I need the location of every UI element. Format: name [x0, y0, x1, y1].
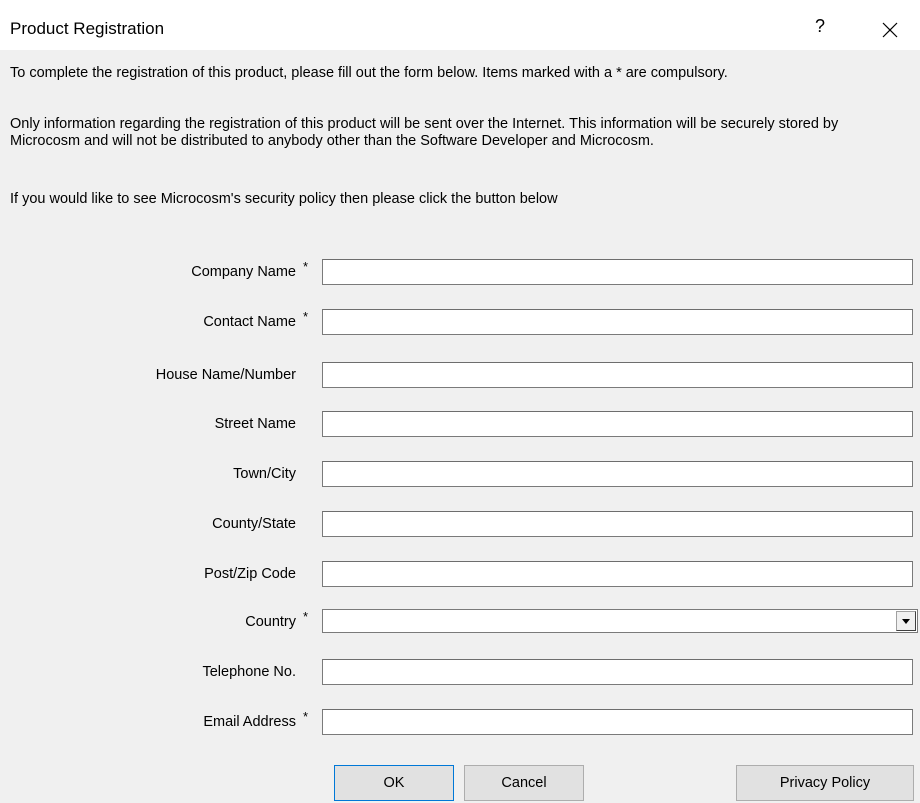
town-input[interactable]	[322, 461, 913, 487]
street-label: Street Name	[214, 416, 296, 432]
window-title: Product Registration	[10, 19, 165, 38]
chevron-down-icon[interactable]	[896, 611, 916, 631]
company-name-row: Company Name *	[0, 259, 920, 287]
county-row: County/State	[0, 511, 920, 539]
intro-instructions: To complete the registration of this pro…	[10, 65, 728, 81]
house-label: House Name/Number	[155, 367, 296, 383]
telephone-input[interactable]	[322, 659, 913, 685]
required-marker: *	[303, 309, 309, 324]
postcode-row: Post/Zip Code	[0, 561, 920, 589]
title-bar: Product Registration ?	[0, 0, 920, 50]
contact-name-row: Contact Name *	[0, 309, 920, 337]
county-input[interactable]	[322, 511, 913, 537]
required-marker: *	[303, 259, 309, 274]
help-button[interactable]: ?	[804, 8, 836, 44]
intro-security-policy-hint: If you would like to see Microcosm's sec…	[10, 191, 558, 207]
country-row: Country *	[0, 609, 920, 637]
product-registration-dialog: Product Registration ? To complete the r…	[0, 0, 920, 803]
required-marker: *	[303, 609, 309, 624]
company-name-label: Company Name	[191, 264, 296, 280]
country-select[interactable]	[322, 609, 918, 633]
email-label: Email Address	[203, 714, 296, 730]
company-name-input[interactable]	[322, 259, 913, 285]
required-marker: *	[303, 709, 309, 724]
close-button[interactable]	[870, 10, 910, 50]
email-input[interactable]	[322, 709, 913, 735]
intro-privacy-notice: Only information regarding the registrat…	[10, 116, 839, 149]
telephone-row: Telephone No.	[0, 659, 920, 687]
postcode-label: Post/Zip Code	[204, 566, 296, 582]
street-input[interactable]	[322, 411, 913, 437]
county-label: County/State	[212, 516, 296, 532]
contact-name-label: Contact Name	[203, 314, 296, 330]
postcode-input[interactable]	[322, 561, 913, 587]
ok-button[interactable]: OK	[334, 765, 454, 801]
contact-name-input[interactable]	[322, 309, 913, 335]
close-icon	[882, 22, 898, 38]
street-row: Street Name	[0, 411, 920, 439]
email-row: Email Address *	[0, 709, 920, 737]
town-label: Town/City	[233, 466, 296, 482]
house-row: House Name/Number	[0, 362, 920, 390]
town-row: Town/City	[0, 461, 920, 489]
privacy-policy-button[interactable]: Privacy Policy	[736, 765, 914, 801]
house-input[interactable]	[322, 362, 913, 388]
cancel-button[interactable]: Cancel	[464, 765, 584, 801]
telephone-label: Telephone No.	[202, 664, 296, 680]
country-label: Country	[245, 614, 296, 630]
